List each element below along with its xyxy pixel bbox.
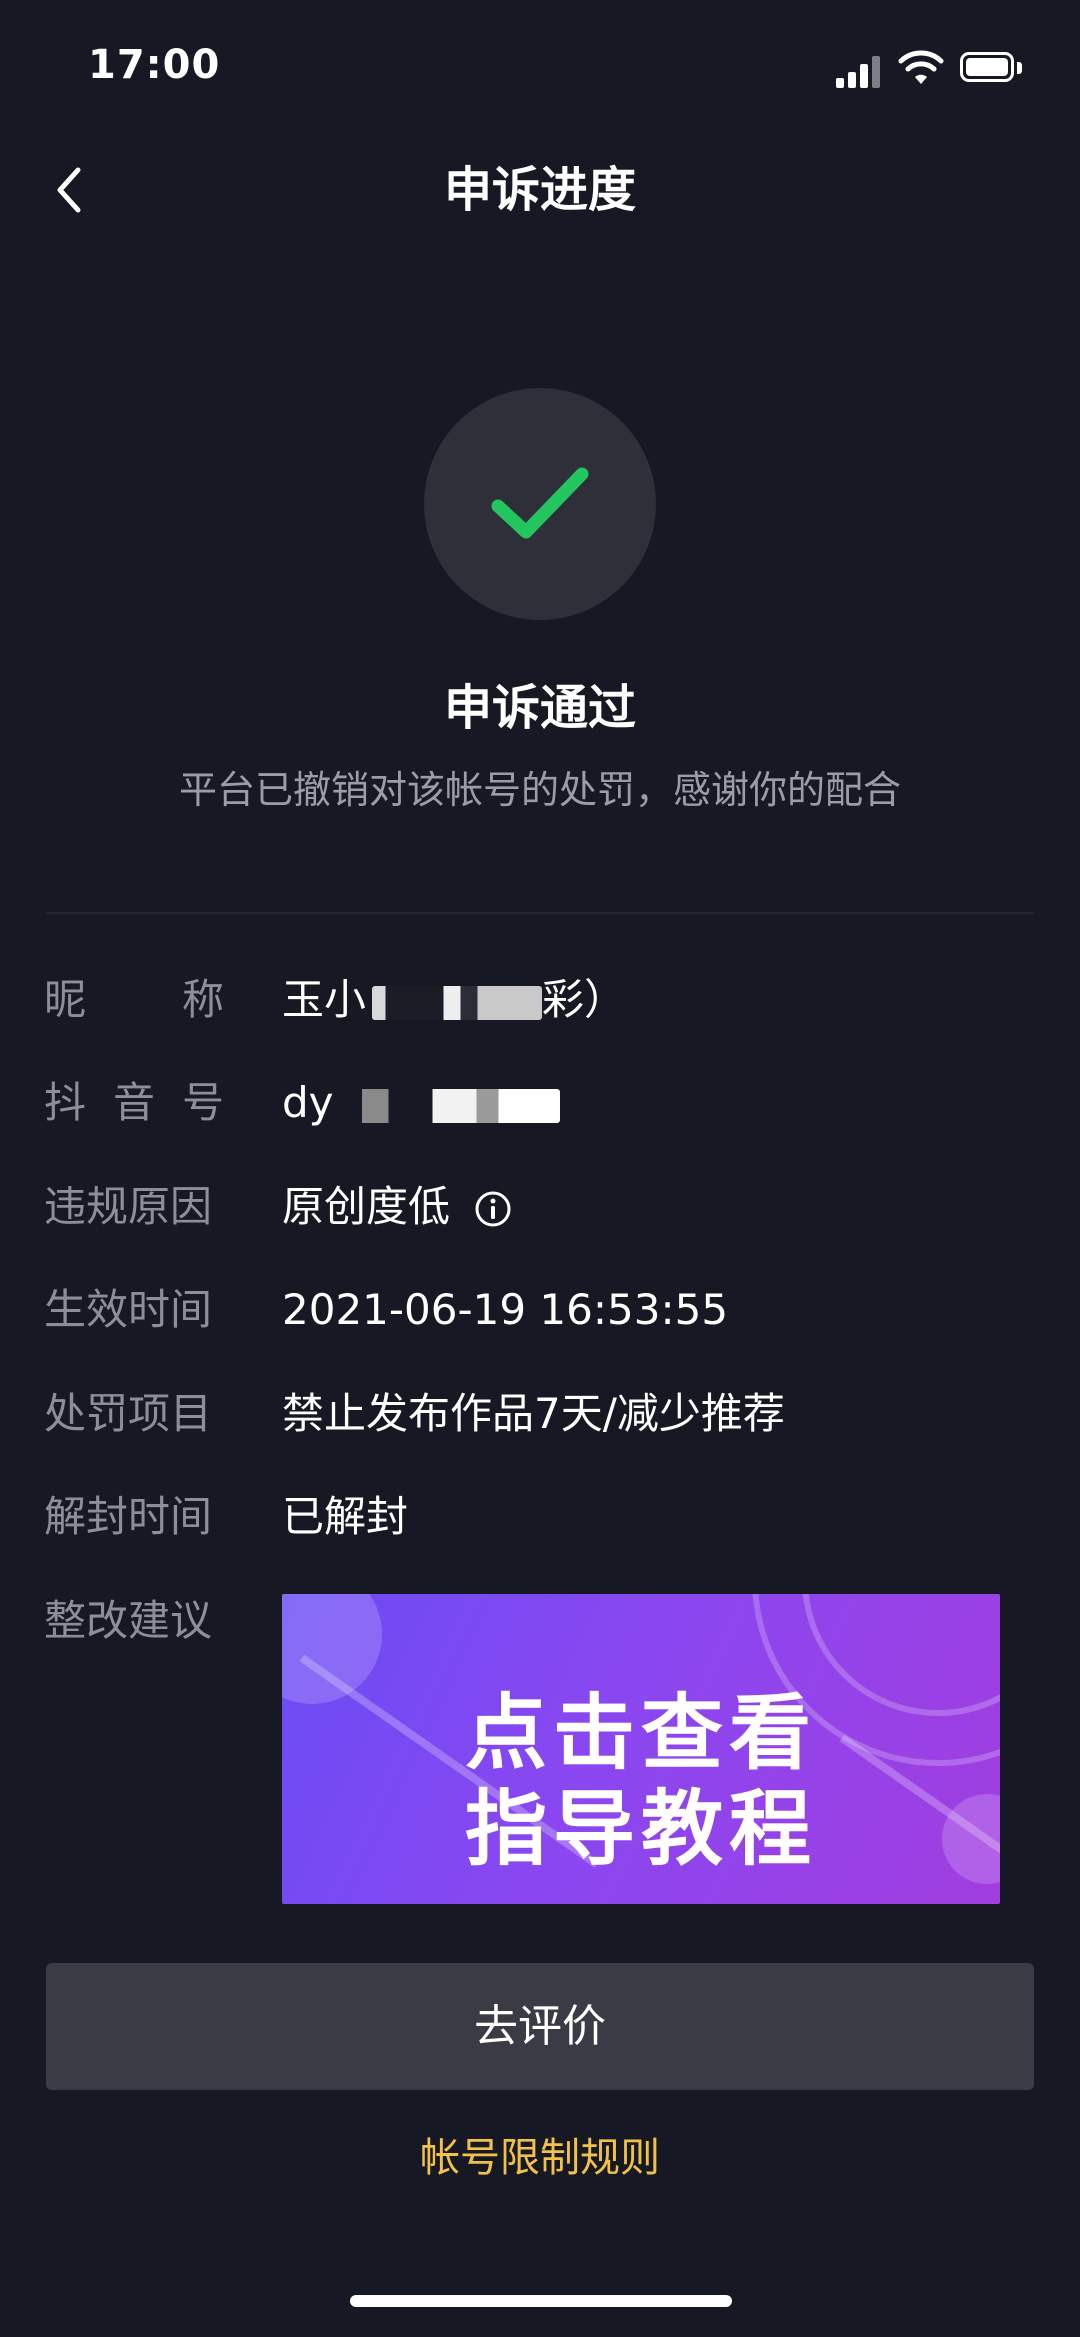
- nickname-label: 昵 称: [44, 975, 224, 1024]
- info-row-effective-time: 生效时间 2021-06-19 16:53:55: [0, 1275, 1080, 1345]
- info-row-unban-time: 解封时间 已解封: [0, 1482, 1080, 1552]
- wifi-icon: [898, 50, 944, 84]
- rate-button[interactable]: 去评价: [46, 1963, 1034, 2090]
- chevron-left-icon: [57, 167, 81, 213]
- unban-time-value: 已解封: [282, 1492, 409, 1541]
- douyin-id-value: dy: [282, 1068, 560, 1138]
- tutorial-banner[interactable]: 点击查看 指导教程: [282, 1594, 1000, 1904]
- result-description: 平台已撤销对该帐号的处罚，感谢你的配合: [178, 768, 901, 812]
- redacted-block: [372, 985, 543, 1020]
- effective-time-label: 生效时间: [44, 1285, 213, 1334]
- signal-icon: [836, 54, 884, 88]
- page-title: 申诉进度: [443, 162, 636, 218]
- home-indicator[interactable]: [350, 2295, 732, 2307]
- douyin-id-label: 抖 音 号: [44, 1078, 224, 1127]
- suggestion-label: 整改建议: [44, 1596, 213, 1645]
- status-bar: 17:00: [0, 0, 1080, 130]
- violation-reason-label: 违规原因: [44, 1182, 213, 1231]
- violation-reason-value: 原创度低: [282, 1182, 451, 1231]
- back-button[interactable]: [40, 150, 120, 230]
- result-title: 申诉通过: [443, 680, 636, 736]
- nickname-value: 玉小 彩）: [282, 975, 627, 1024]
- divider: [46, 912, 1034, 914]
- info-row-nickname: 昵 称 玉小 彩）: [0, 965, 1080, 1035]
- info-circle-icon[interactable]: [474, 1190, 512, 1228]
- penalty-value: 禁止发布作品7天/减少推荐: [282, 1389, 785, 1438]
- battery-icon: [960, 52, 1024, 84]
- redacted-block: [339, 1088, 560, 1123]
- unban-time-label: 解封时间: [44, 1492, 213, 1541]
- info-row-penalty: 处罚项目 禁止发布作品7天/减少推荐: [0, 1379, 1080, 1449]
- banner-text: 点击查看 指导教程: [464, 1686, 817, 1877]
- check-icon: [491, 467, 589, 539]
- account-rules-link[interactable]: 帐号限制规则: [0, 2128, 1080, 2188]
- success-status-icon: [424, 388, 656, 620]
- info-row-douyin-id: 抖 音 号 dy: [0, 1068, 1080, 1138]
- effective-time-value: 2021-06-19 16:53:55: [282, 1285, 729, 1334]
- info-row-violation-reason: 违规原因 原创度低: [0, 1172, 1080, 1242]
- status-time: 17:00: [88, 42, 221, 88]
- nav-bar: 申诉进度: [0, 140, 1080, 240]
- penalty-label: 处罚项目: [44, 1389, 213, 1438]
